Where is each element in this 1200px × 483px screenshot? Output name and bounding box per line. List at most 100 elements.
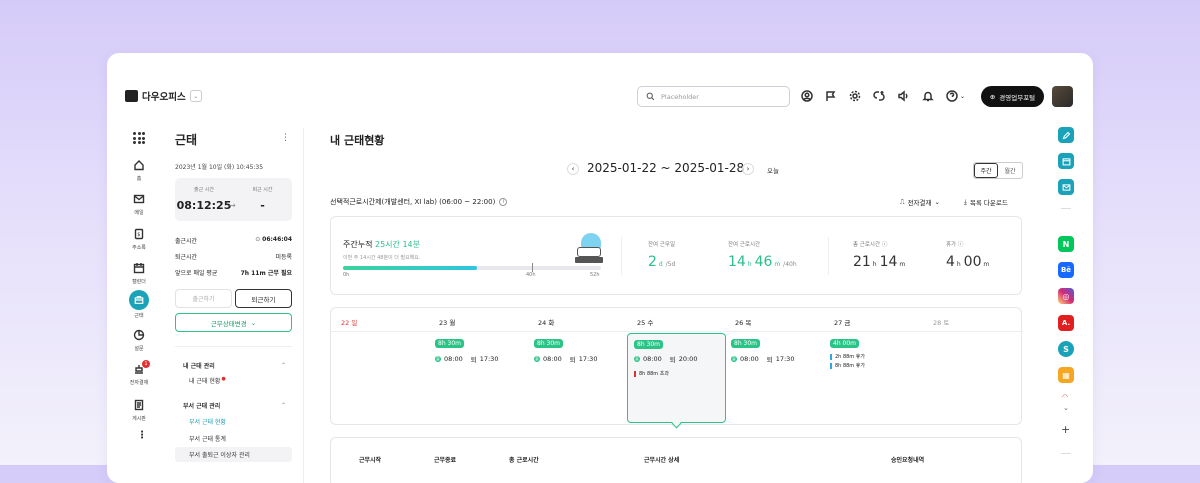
info-icon[interactable]: i	[499, 198, 508, 206]
today-button[interactable]: 오늘	[767, 165, 779, 175]
menu-item-my-status[interactable]: 내 근태 현황 ●	[175, 373, 292, 388]
search-input[interactable]: Placeholder	[637, 86, 790, 107]
progress-marker	[532, 263, 533, 272]
menu-item-label: 부서 출퇴근 이상자 관리	[189, 452, 250, 459]
download-button[interactable]: ⤓ 목록 다운로드	[964, 197, 1008, 208]
prev-week-button[interactable]: ‹	[567, 163, 579, 175]
menu-group-dept[interactable]: 부서 근태 관리 ⌃	[175, 398, 292, 413]
work-badge: 8h 30m	[435, 339, 465, 348]
out-label: 퇴	[470, 356, 477, 364]
menu-item-dept-anomaly[interactable]: 부서 출퇴근 이상자 관리	[175, 447, 292, 462]
acrobat-icon[interactable]: A.	[1058, 315, 1074, 331]
behance-icon[interactable]: Bē	[1058, 262, 1074, 278]
work-badge: 8h 30m	[634, 340, 664, 349]
apps-grid-icon[interactable]	[133, 132, 145, 144]
leave-entry: 8h 88m 휴가	[830, 362, 865, 369]
pointer-caret	[671, 418, 682, 429]
table-header: 승인요청내역	[891, 457, 925, 464]
instagram-icon[interactable]: ◎	[1058, 288, 1074, 304]
menu-group-label: 내 근태 관리	[183, 363, 215, 370]
nav-label: 근태	[134, 313, 144, 319]
new-dot: ●	[221, 376, 226, 382]
day-cell-24[interactable]: 8h 30m 출 08:00 퇴 17:30	[534, 339, 597, 364]
nav-attendance[interactable]: 근태	[125, 290, 153, 319]
more-icon[interactable]: ⋮	[137, 430, 147, 441]
stat-number: 2	[648, 254, 657, 270]
chevron-up-icon: ⌃	[280, 402, 286, 409]
portal-button[interactable]: ⊕ 경영업무포털	[981, 86, 1044, 107]
nav-board[interactable]: 게시판	[125, 399, 153, 422]
info-icon[interactable]: ⓘ	[958, 242, 964, 248]
panel-more-icon[interactable]: ⋮	[281, 133, 290, 143]
view-month-button[interactable]: 월간	[998, 163, 1022, 178]
logo[interactable]: 다우오피스 ⌄	[125, 89, 202, 103]
home-icon	[134, 160, 144, 171]
out-label: 퇴	[669, 356, 676, 364]
logo-text: 다우오피스	[142, 92, 186, 103]
status-change-button[interactable]: 근무상태변경 ⌄	[175, 313, 292, 332]
gear-icon[interactable]	[849, 90, 861, 102]
flag-icon[interactable]	[825, 90, 837, 102]
stat-unit: h	[747, 261, 752, 268]
stat-suffix: /5d	[665, 261, 676, 268]
info-value: 7h 11m 근무 필요	[240, 270, 292, 277]
day-header-25: 25 수	[637, 317, 653, 327]
s-icon[interactable]: S	[1058, 341, 1074, 357]
share-icon[interactable]	[873, 90, 885, 102]
info-value: 미등록	[275, 254, 292, 261]
day-cell-27[interactable]: 4h 00m 2h 88m 휴가 8h 88m 휴가	[830, 339, 865, 369]
nav-mail[interactable]: 메일	[125, 193, 153, 216]
day-dow: 수	[647, 319, 654, 327]
next-week-button[interactable]: ›	[742, 163, 754, 175]
work-badge: 8h 30m	[534, 339, 564, 348]
clock-in-label: 출근 시간	[194, 187, 214, 193]
day-cell-26[interactable]: 8h 30m 출 08:00 퇴 17:30	[731, 339, 794, 364]
nav-label: 게시판	[132, 416, 146, 422]
mascot-illustration	[575, 233, 603, 263]
help-icon[interactable]: ⌄	[946, 90, 965, 102]
clock-in-button[interactable]: 출근하기	[175, 289, 232, 308]
add-icon[interactable]: +	[1061, 423, 1070, 436]
speaker-icon[interactable]	[897, 90, 909, 102]
nav-home[interactable]: 홈	[125, 159, 153, 182]
info-icon[interactable]: ⓘ	[882, 242, 888, 248]
calendar-icon[interactable]	[1058, 153, 1074, 169]
stat-label: 잔여 근무일	[648, 242, 676, 248]
nav-survey[interactable]: 설문	[125, 329, 153, 352]
nav-contacts[interactable]: $ 주소록	[125, 228, 153, 251]
info-value: 06:46:04	[262, 236, 292, 243]
work-system: 선택적근로시간제(개발센터, XI lab) (06:00 ~ 22:00) i	[330, 197, 508, 207]
calculator-icon[interactable]: ▦	[1058, 367, 1074, 383]
rainbow-icon[interactable]: ◠	[1062, 393, 1068, 401]
avatar[interactable]	[1052, 86, 1073, 107]
menu-item-dept-stats[interactable]: 부서 근태 통계	[175, 431, 292, 446]
day-cell-25-selected[interactable]: 8h 30m 출 08:00 퇴 20:00 8h 88m 초과	[627, 333, 726, 429]
naver-icon[interactable]: N	[1058, 236, 1074, 252]
chevron-down-icon[interactable]: ⌄	[189, 90, 202, 102]
approval-dropdown[interactable]: ⎍ 전자결재 ⌄	[900, 197, 940, 208]
nav-calendar[interactable]: 캘린더	[125, 262, 153, 285]
mail-icon[interactable]	[1058, 179, 1074, 195]
clock-in-value: 08:12:25	[176, 199, 232, 212]
edit-icon[interactable]	[1058, 127, 1074, 143]
menu-group-my[interactable]: 내 근태 관리 ⌃	[175, 358, 292, 373]
day-cell-23[interactable]: 8h 30m 출 08:00 퇴 17:30	[435, 339, 498, 364]
clock-out-button[interactable]: 퇴근하기	[235, 289, 292, 308]
bell-icon[interactable]	[922, 90, 934, 102]
nav-approval[interactable]: 1 전자결재	[125, 360, 153, 386]
view-week-button[interactable]: 주간	[974, 163, 998, 178]
profile-icon[interactable]	[801, 90, 813, 102]
overtime-marker	[634, 370, 636, 377]
week-calendar: 22 일 23 월 24 화 25 수 26 목 27 금 28 토 8h 30…	[330, 307, 1023, 429]
clock-out-value: -	[260, 199, 265, 212]
table-header: 근무시작	[359, 457, 382, 464]
download-label: 목록 다운로드	[969, 199, 1008, 207]
out-label: 퇴	[766, 356, 773, 364]
table-header: 근무시간 상세	[644, 457, 680, 464]
info-row: 퇴근시간 미등록	[175, 252, 292, 268]
chevron-down-icon[interactable]: ⌄	[1063, 404, 1069, 412]
menu-item-dept-status[interactable]: 부서 근태 현황	[175, 414, 292, 429]
chevron-down-icon: ⌄	[250, 318, 257, 327]
search-placeholder: Placeholder	[661, 92, 699, 101]
portal-label: 경영업무포털	[999, 93, 1036, 102]
